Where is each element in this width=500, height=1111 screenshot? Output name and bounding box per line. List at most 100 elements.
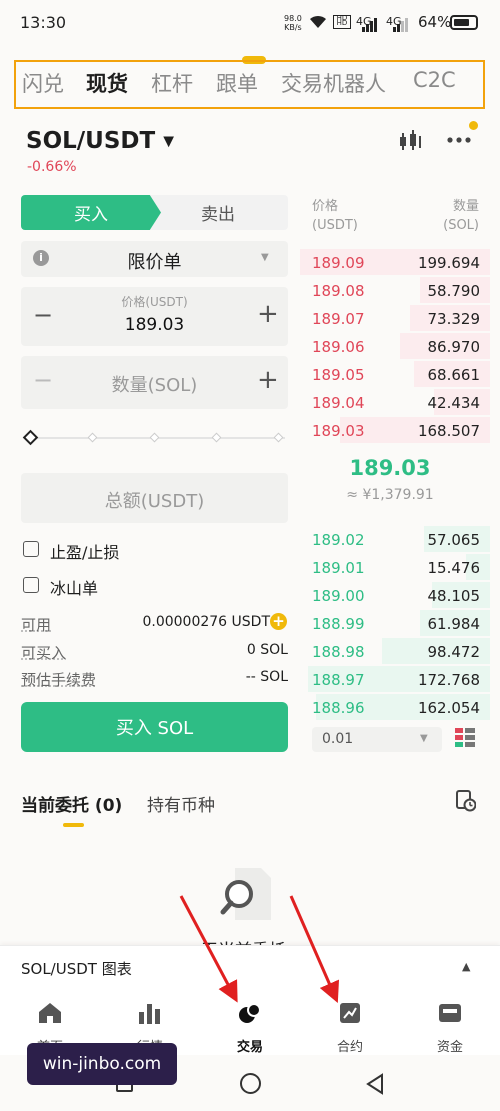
back-icon[interactable] <box>365 1073 385 1095</box>
status-time: 13:30 <box>20 13 67 32</box>
tab-margin[interactable]: 杠杆 <box>151 68 193 98</box>
plus-icon[interactable]: + <box>257 365 279 395</box>
price-field[interactable]: − 价格(USDT) 189.03 + <box>21 287 288 346</box>
order-history-icon[interactable] <box>456 790 476 812</box>
checkbox-icon[interactable] <box>23 541 39 557</box>
ask-row[interactable]: 189.08 58.790 <box>300 276 490 304</box>
nav-futures[interactable]: 合约 <box>320 1002 380 1055</box>
available-label: 可用 <box>21 616 52 634</box>
trade-icon <box>239 1003 261 1023</box>
futures-icon <box>340 1003 360 1023</box>
chart-drawer-label: SOL/USDT 图表 <box>21 960 132 978</box>
signal-icon-1 <box>362 18 377 32</box>
hd-icon: HD HD <box>333 15 351 29</box>
wifi-icon <box>310 15 326 28</box>
nav-trade-label: 交易 <box>236 1040 263 1055</box>
candlestick-chart-icon[interactable] <box>398 130 424 152</box>
fee-label: 预估手续费 <box>21 671 97 689</box>
empty-search-icon <box>220 868 271 920</box>
can-buy-label: 可买入 <box>21 644 67 662</box>
slider-mark[interactable] <box>149 432 160 443</box>
bid-row[interactable]: 189.02 57.065 <box>300 525 490 553</box>
caret-down-icon: ▼ <box>163 133 174 150</box>
nav-assets-label: 资金 <box>436 1040 463 1055</box>
slider-handle[interactable] <box>22 429 39 446</box>
bid-row[interactable]: 188.97 172.768 <box>300 665 490 693</box>
chevron-up-icon[interactable]: ▲ <box>462 960 470 973</box>
bid-row[interactable]: 189.01 15.476 <box>300 553 490 581</box>
nav-assets[interactable]: 资金 <box>420 1002 480 1055</box>
ask-row[interactable]: 189.04 42.434 <box>300 388 490 416</box>
pair-selector[interactable]: SOL/USDT ▼ <box>26 128 174 154</box>
bid-row[interactable]: 188.98 98.472 <box>300 637 490 665</box>
tab-copy-trading[interactable]: 跟单 <box>216 68 258 98</box>
precision-value: 0.01 <box>322 731 354 747</box>
more-menu-badge <box>469 121 478 130</box>
last-price-cny: ≈ ¥1,379.91 <box>346 487 434 503</box>
precision-select[interactable]: 0.01 ▼ <box>312 727 442 752</box>
ob-price-header: 价格 (USDT) <box>312 199 358 233</box>
dropdown-caret-icon: ▼ <box>261 252 269 263</box>
sell-tab[interactable]: 卖出 <box>148 195 288 230</box>
bid-row[interactable]: 188.99 61.984 <box>300 609 490 637</box>
available-value: 0.00000276 USDT <box>142 614 270 630</box>
wallet-icon <box>439 1004 461 1022</box>
dropdown-caret-icon: ▼ <box>420 733 428 744</box>
battery-icon <box>450 15 478 30</box>
ask-row[interactable]: 189.05 68.661 <box>300 360 490 388</box>
ask-row[interactable]: 189.07 73.329 <box>300 304 490 332</box>
price-label: 价格(USDT) <box>121 295 188 309</box>
iceberg-label: 冰山单 <box>50 579 99 598</box>
plus-icon[interactable]: + <box>257 299 279 329</box>
battery-percent: 64% <box>418 13 452 31</box>
ask-row[interactable]: 189.09 199.694 <box>300 248 490 276</box>
tab-swap[interactable]: 闪兑 <box>22 68 64 98</box>
amount-slider[interactable] <box>22 429 288 446</box>
trade-mode-tabs: 闪兑 现货 杠杆 跟单 交易机器人 C2C <box>14 60 485 109</box>
buy-tab[interactable]: 买入 <box>21 195 161 230</box>
ask-row[interactable]: 189.06 86.970 <box>300 332 490 360</box>
order-type-select[interactable]: i 限价单 ▼ <box>21 241 288 277</box>
buy-submit-button[interactable]: 买入 SOL <box>21 702 288 752</box>
last-price[interactable]: 189.03 <box>300 456 480 480</box>
pair-symbol: SOL/USDT <box>26 128 156 154</box>
tp-sl-label: 止盈/止损 <box>50 543 120 562</box>
ask-row[interactable]: 189.03 168.507 <box>300 416 490 444</box>
can-buy-value: 0 SOL <box>246 642 288 658</box>
total-input[interactable]: 总额(USDT) <box>21 487 288 513</box>
bid-row[interactable]: 188.96 162.054 <box>300 693 490 721</box>
tab-holdings[interactable]: 持有币种 <box>147 791 215 816</box>
bid-row[interactable]: 189.00 48.105 <box>300 581 490 609</box>
market-icon <box>139 1004 160 1024</box>
tab-open-orders[interactable]: 当前委托 (0) <box>21 791 122 816</box>
home-icon <box>39 1003 61 1023</box>
slider-track <box>35 437 285 439</box>
tab-c2c[interactable]: C2C <box>413 68 456 92</box>
active-tab-indicator <box>63 823 84 827</box>
nav-trade[interactable]: 交易 <box>220 1002 280 1055</box>
slider-mark[interactable] <box>87 432 98 443</box>
nav-futures-label: 合约 <box>336 1040 363 1055</box>
ob-qty-header: 数量 (SOL) <box>443 199 479 233</box>
amount-field[interactable]: − 数量(SOL) + <box>21 356 288 409</box>
price-change: -0.66% <box>27 159 77 175</box>
tab-spot[interactable]: 现货 <box>86 68 128 98</box>
status-bar: 13:30 98.0 KB/s HD HD 4G 4G 64% <box>0 0 500 46</box>
watermark: win-jinbo.com <box>27 1043 177 1085</box>
slider-mark[interactable] <box>211 432 222 443</box>
slider-mark[interactable] <box>273 432 284 443</box>
signal-icon-2 <box>393 18 408 32</box>
tab-trading-bots[interactable]: 交易机器人 <box>281 68 386 98</box>
add-funds-icon[interactable]: + <box>270 613 287 630</box>
total-field[interactable]: 总额(USDT) <box>21 473 288 523</box>
chart-drawer-bar[interactable]: SOL/USDT 图表 ▲ <box>0 945 500 989</box>
fee-value: -- SOL <box>245 669 288 685</box>
home-button-icon[interactable] <box>240 1073 261 1094</box>
amount-input[interactable]: 数量(SOL) <box>21 371 288 397</box>
orderbook-layout-icon[interactable] <box>455 728 475 748</box>
checkbox-icon[interactable] <box>23 577 39 593</box>
price-input[interactable]: 189.03 <box>21 315 288 335</box>
net-speed: 98.0 KB/s <box>284 14 302 32</box>
more-menu-icon[interactable] <box>447 135 471 145</box>
order-type-label: 限价单 <box>127 252 182 273</box>
